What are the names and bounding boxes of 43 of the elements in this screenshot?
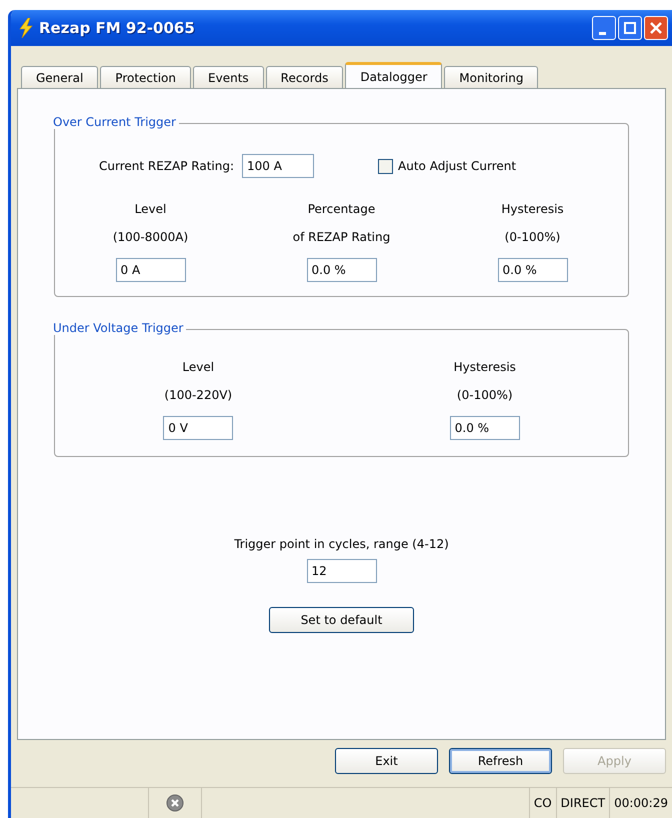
range-label: (100-8000A)	[112, 230, 188, 244]
input-field[interactable]: 12	[306, 559, 376, 583]
minimize-icon	[598, 32, 606, 34]
tab[interactable]: Monitoring	[444, 66, 538, 88]
tab[interactable]: Events	[193, 66, 264, 88]
window-title: Rezap FM 92-0065	[39, 19, 196, 37]
input-field[interactable]: 0 V	[163, 416, 234, 440]
field-label: Level	[134, 202, 166, 216]
field-label: Current REZAP Rating:	[99, 159, 234, 173]
tab[interactable]: General	[21, 66, 98, 88]
tab[interactable]: Datalogger	[345, 62, 442, 88]
range-label: of REZAP Rating	[292, 230, 390, 244]
input-field[interactable]: 0.0 %	[498, 258, 568, 282]
dialog-button[interactable]: Refresh	[449, 748, 552, 774]
maximize-icon	[624, 22, 636, 34]
minimize-button[interactable]	[592, 16, 616, 40]
field-label: Hysteresis	[501, 202, 564, 216]
status-text: CO	[534, 796, 552, 810]
dialog-button[interactable]: Exit	[335, 748, 438, 774]
default-button[interactable]: Set to default	[269, 607, 414, 633]
input-field[interactable]: 0 A	[116, 258, 186, 282]
input-field[interactable]: 0.0 %	[306, 258, 376, 282]
checkbox-label: Auto Adjust Current	[398, 159, 516, 173]
input-field[interactable]: 100 A	[242, 154, 314, 178]
field-label: Level	[182, 360, 214, 374]
status-text: 00:00:29	[614, 796, 668, 810]
trigger-label: Trigger point in cycles, range (4-12)	[234, 537, 449, 551]
lightning-icon	[19, 18, 33, 38]
range-label: (100-220V)	[164, 388, 232, 402]
tab[interactable]: Records	[266, 66, 344, 88]
group-title: Under Voltage Trigger	[53, 321, 186, 335]
range-label: (0-100%)	[504, 230, 560, 244]
close-icon	[650, 22, 662, 34]
close-button[interactable]	[644, 16, 668, 40]
group-title: Over Current Trigger	[53, 115, 179, 129]
input-field[interactable]: 0.0 %	[450, 416, 520, 440]
field-label: Percentage	[308, 202, 376, 216]
range-label: (0-100%)	[456, 388, 513, 402]
tab[interactable]: Protection	[100, 66, 192, 88]
checkbox[interactable]	[378, 158, 394, 174]
status-text: DIRECT	[560, 796, 606, 810]
maximize-button[interactable]	[618, 16, 642, 40]
field-label: Hysteresis	[454, 360, 516, 374]
